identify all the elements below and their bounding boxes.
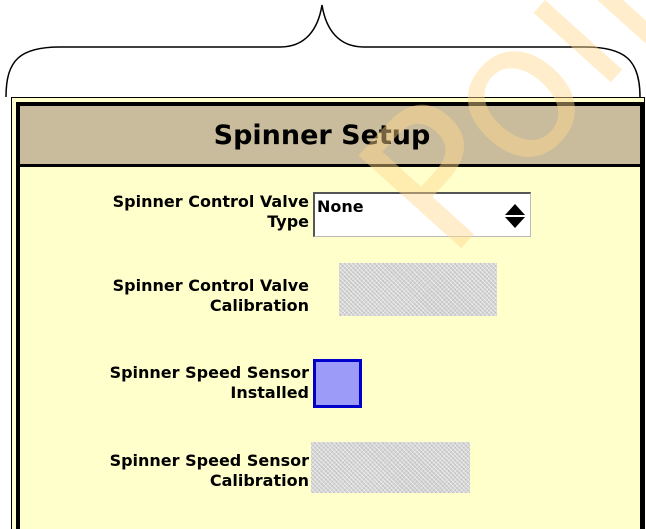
valve-calibration-label: Spinner Control Valve Calibration bbox=[64, 276, 309, 316]
valve-calibration-button-disabled bbox=[339, 263, 497, 316]
dialog-frame: Spinner Setup Spinner Control Valve Type… bbox=[16, 102, 644, 529]
speed-sensor-calibration-label: Spinner Speed Sensor Calibration bbox=[64, 451, 309, 491]
dialog-title-bar: Spinner Setup bbox=[20, 106, 640, 167]
valve-type-label-line2: Type bbox=[267, 212, 309, 231]
valve-calibration-label-line2: Calibration bbox=[209, 296, 309, 315]
screenshot-stage: Spinner Setup Spinner Control Valve Type… bbox=[0, 0, 646, 529]
speed-sensor-installed-checkbox[interactable] bbox=[313, 359, 362, 408]
speed-sensor-installed-label: Spinner Speed Sensor Installed bbox=[64, 363, 309, 403]
speed-sensor-calibration-button-disabled bbox=[311, 442, 470, 493]
up-down-arrows-icon[interactable] bbox=[504, 203, 526, 229]
speed-sensor-calibration-label-line1: Spinner Speed Sensor bbox=[109, 451, 309, 470]
dialog-title: Spinner Setup bbox=[213, 119, 431, 151]
speed-sensor-installed-label-line1: Spinner Speed Sensor bbox=[109, 363, 309, 382]
speed-sensor-calibration-label-line2: Calibration bbox=[209, 471, 309, 490]
curly-brace-icon bbox=[5, 4, 641, 98]
valve-type-value: None bbox=[317, 197, 364, 216]
speed-sensor-installed-label-line2: Installed bbox=[230, 383, 309, 402]
valve-calibration-label-line1: Spinner Control Valve bbox=[112, 276, 309, 295]
valve-type-label-line1: Spinner Control Valve bbox=[112, 192, 309, 211]
valve-type-label: Spinner Control Valve Type bbox=[64, 192, 309, 232]
valve-type-select[interactable]: None bbox=[313, 192, 531, 237]
spinner-setup-dialog: Spinner Setup Spinner Control Valve Type… bbox=[11, 97, 645, 529]
